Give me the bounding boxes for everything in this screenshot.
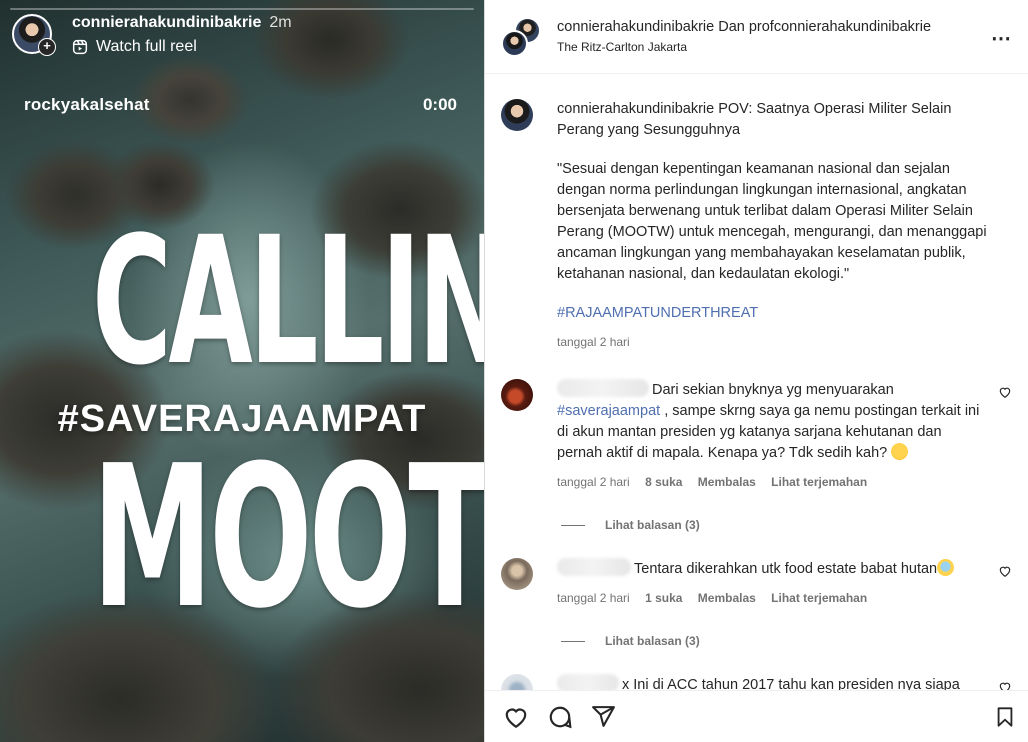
- comment-icon: [549, 706, 572, 728]
- thinking-face-emoji-icon: [891, 443, 909, 460]
- watch-full-reel-link[interactable]: Watch full reel: [72, 38, 292, 56]
- comment-text: x Ini di ACC tahun 2017 tahu kan preside…: [557, 674, 987, 690]
- caption-quote: "Sesuai dengan kepentingan keamanan nasi…: [557, 161, 987, 282]
- comment-like-heart-icon[interactable]: [998, 385, 1012, 399]
- reel-time-ago: 2m: [269, 14, 292, 31]
- post-authors[interactable]: connierahakundinibakrie Dan profconniera…: [557, 19, 931, 35]
- heart-icon: [505, 708, 527, 728]
- comment-like-heart-icon[interactable]: [998, 564, 1012, 578]
- replies-divider: [561, 641, 585, 642]
- collab-avatars[interactable]: [501, 16, 541, 57]
- comment-meta: tanggal 2 hari 8 suka Membalas Lihat ter…: [557, 472, 987, 493]
- reel-progress-bar[interactable]: [10, 8, 474, 10]
- caption-time[interactable]: tanggal 2 hari: [557, 332, 993, 353]
- reels-icon: [72, 39, 88, 55]
- comment-body: Tentara dikerahkan utk food estate babat…: [634, 561, 938, 577]
- reel-video[interactable]: + connierahakundinibakrie 2m Watch full r…: [0, 0, 484, 742]
- post-header-text: connierahakundinibakrie Dan profconniera…: [557, 19, 931, 54]
- caption-username[interactable]: connierahakundinibakrie: [557, 101, 714, 117]
- post-location[interactable]: The Ritz-Carlton Jakarta: [557, 40, 931, 54]
- view-replies-button[interactable]: Lihat balasan (3): [561, 515, 987, 536]
- commenter-avatar[interactable]: [501, 558, 533, 590]
- redacted-username[interactable]: [557, 674, 619, 690]
- comment-likes[interactable]: 8 suka: [645, 475, 682, 489]
- view-replies-button[interactable]: Lihat balasan (3): [561, 631, 987, 652]
- post-panel: connierahakundinibakrie Dan profconniera…: [484, 0, 1028, 742]
- comment-likes[interactable]: 1 suka: [645, 591, 682, 605]
- reel-author-avatar[interactable]: +: [12, 14, 56, 56]
- comments-scroll-area[interactable]: connierahakundinibakrie POV: Saatnya Ope…: [485, 75, 1028, 690]
- comment-item: Tentara dikerahkan utk food estate babat…: [501, 558, 1012, 652]
- comment-meta: tanggal 2 hari 1 suka Membalas Lihat ter…: [557, 588, 987, 609]
- see-translation-button[interactable]: Lihat terjemahan: [771, 591, 867, 605]
- reply-button[interactable]: Membalas: [698, 591, 756, 605]
- follow-plus-icon[interactable]: +: [38, 38, 56, 56]
- share-button[interactable]: [591, 704, 616, 729]
- reel-author-username[interactable]: connierahakundinibakrie: [72, 14, 261, 31]
- reel-meta: connierahakundinibakrie 2m Watch full ree…: [72, 14, 292, 56]
- reel-header: + connierahakundinibakrie 2m Watch full r…: [12, 14, 292, 56]
- comment-hashtag-link[interactable]: #saverajaampat: [557, 403, 660, 419]
- comment-item: x Ini di ACC tahun 2017 tahu kan preside…: [501, 674, 1012, 690]
- comment-time[interactable]: tanggal 2 hari: [557, 475, 630, 489]
- comment-text-start: Dari sekian bnyknya yg menyuarakan: [652, 382, 894, 398]
- save-button[interactable]: [994, 705, 1016, 734]
- caption-hashtag[interactable]: #RAJAAMPATUNDERTHREAT: [557, 303, 993, 324]
- reel-overlay-mootw: MOOTW: [91, 424, 484, 652]
- bookmark-icon: [997, 707, 1013, 727]
- comment-text: Dari sekian bnyknya yg menyuarakan #save…: [557, 379, 987, 536]
- post-caption: connierahakundinibakrie POV: Saatnya Ope…: [501, 99, 1012, 353]
- commenter-avatar[interactable]: [501, 674, 533, 690]
- caption-text: connierahakundinibakrie POV: Saatnya Ope…: [557, 99, 993, 353]
- replies-divider: [561, 525, 585, 526]
- comment-like-heart-icon[interactable]: [998, 680, 1012, 690]
- reel-overlay-calling: CALLING: [91, 199, 484, 404]
- caption-avatar[interactable]: [501, 99, 533, 131]
- post-action-bar: [485, 690, 1028, 742]
- avatar: [501, 29, 528, 57]
- comment-item: Dari sekian bnyknya yg menyuarakan #save…: [501, 379, 1012, 536]
- watch-full-reel-label: Watch full reel: [96, 38, 197, 55]
- reel-overlay-handle: rockyakalsehat: [24, 95, 150, 114]
- redacted-username[interactable]: [557, 379, 649, 397]
- view-replies-label: Lihat balasan (3): [605, 634, 700, 648]
- commenter-avatar[interactable]: [501, 379, 533, 411]
- reply-button[interactable]: Membalas: [698, 475, 756, 489]
- view-replies-label: Lihat balasan (3): [605, 518, 700, 532]
- see-translation-button[interactable]: Lihat terjemahan: [771, 475, 867, 489]
- comment-time[interactable]: tanggal 2 hari: [557, 591, 630, 605]
- comment-text: Tentara dikerahkan utk food estate babat…: [557, 558, 987, 652]
- more-options-icon[interactable]: ⋯: [991, 26, 1012, 51]
- post-header: connierahakundinibakrie Dan profconniera…: [485, 0, 1028, 74]
- send-icon: [592, 706, 615, 727]
- like-button[interactable]: [503, 704, 529, 730]
- redacted-username[interactable]: [557, 558, 631, 576]
- comment-button[interactable]: [547, 704, 573, 730]
- anxious-face-emoji-icon: [937, 559, 955, 576]
- reel-duration: 0:00: [422, 95, 457, 114]
